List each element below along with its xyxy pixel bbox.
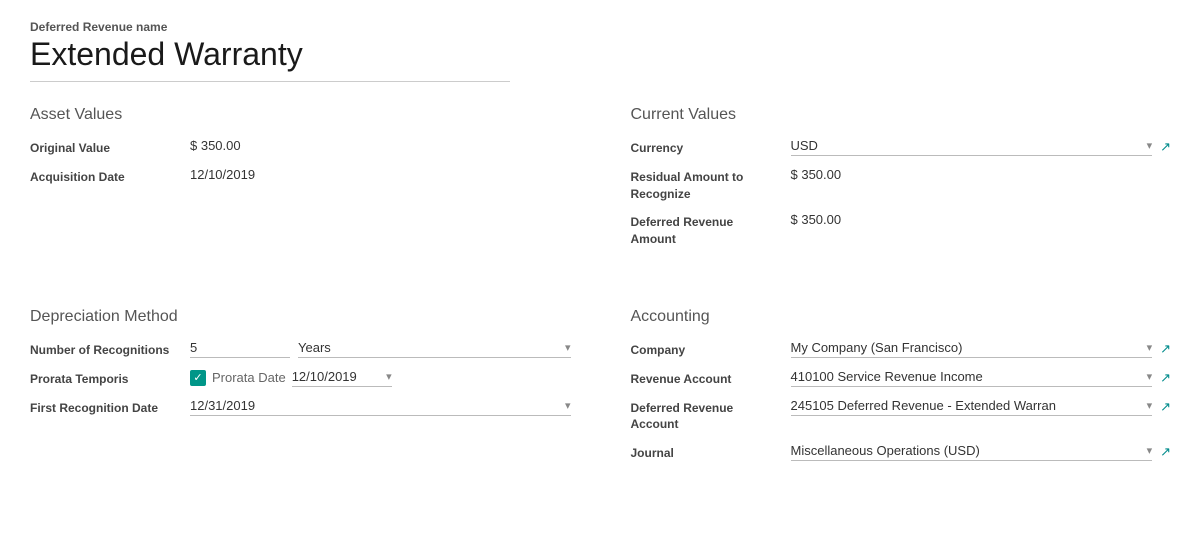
- prorata-checkbox-label: Prorata Date: [212, 370, 286, 385]
- company-value: My Company (San Francisco): [791, 340, 1143, 355]
- depreciation-section: Depreciation Method Number of Recognitio…: [30, 298, 571, 472]
- deferred-revenue-account-row: Deferred Revenue Account 245105 Deferred…: [631, 398, 1172, 434]
- revenue-account-select[interactable]: 410100 Service Revenue Income ▾: [791, 369, 1153, 387]
- acquisition-date: 12/10/2019: [190, 167, 571, 182]
- currency-value: USD: [791, 138, 1143, 153]
- prorata-date-select[interactable]: 12/10/2019 ▾: [292, 369, 392, 387]
- company-select[interactable]: My Company (San Francisco) ▾: [791, 340, 1153, 358]
- residual-row: Residual Amount to Recognize $ 350.00: [631, 167, 1172, 203]
- accounting-title: Accounting: [631, 308, 1172, 326]
- prorata-row: Prorata Temporis ✓ Prorata Date 12/10/20…: [30, 369, 571, 388]
- first-recognition-date-select[interactable]: 12/31/2019 ▾: [190, 398, 571, 416]
- revenue-account-row: Revenue Account 410100 Service Revenue I…: [631, 369, 1172, 388]
- page-title: Extended Warranty: [30, 36, 1171, 73]
- currency-dropdown-icon: ▾: [1147, 139, 1153, 152]
- journal-row: Journal Miscellaneous Operations (USD) ▾…: [631, 443, 1172, 462]
- deferred-revenue-value: $ 350.00: [791, 212, 1172, 227]
- currency-external-link-icon[interactable]: ↗: [1160, 139, 1171, 155]
- revenue-account-value: 410100 Service Revenue Income: [791, 369, 1143, 384]
- recognitions-label: Number of Recognitions: [30, 340, 190, 359]
- journal-label: Journal: [631, 443, 791, 462]
- company-row: Company My Company (San Francisco) ▾ ↗: [631, 340, 1172, 359]
- years-dropdown-icon: ▾: [565, 341, 571, 354]
- company-external-link-icon[interactable]: ↗: [1160, 341, 1171, 357]
- revenue-account-external-link-icon[interactable]: ↗: [1160, 370, 1171, 386]
- currency-select[interactable]: USD ▾: [791, 138, 1153, 156]
- journal-external-link-icon[interactable]: ↗: [1160, 444, 1171, 460]
- prorata-label: Prorata Temporis: [30, 369, 190, 388]
- deferred-revenue-row: Deferred Revenue Amount $ 350.00: [631, 212, 1172, 248]
- journal-dropdown-icon: ▾: [1147, 444, 1153, 457]
- revenue-account-label: Revenue Account: [631, 369, 791, 388]
- residual-label: Residual Amount to Recognize: [631, 167, 791, 203]
- acquisition-date-label: Acquisition Date: [30, 167, 190, 186]
- company-dropdown-icon: ▾: [1147, 341, 1153, 354]
- deferred-revenue-label: Deferred Revenue Amount: [631, 212, 791, 248]
- years-select[interactable]: Years ▾: [298, 340, 571, 358]
- journal-value: Miscellaneous Operations (USD): [791, 443, 1143, 458]
- original-value-row: Original Value $ 350.00: [30, 138, 571, 157]
- deferred-revenue-account-value: 245105 Deferred Revenue - Extended Warra…: [791, 398, 1143, 413]
- revenue-account-dropdown-icon: ▾: [1147, 370, 1153, 383]
- prorata-checkbox[interactable]: ✓: [190, 370, 206, 386]
- checkmark-icon: ✓: [193, 371, 202, 384]
- accounting-section: Accounting Company My Company (San Franc…: [631, 298, 1172, 472]
- recognitions-input[interactable]: [190, 340, 290, 358]
- asset-values-title: Asset Values: [30, 106, 571, 124]
- currency-row: Currency USD ▾ ↗: [631, 138, 1172, 157]
- first-recognition-row: First Recognition Date 12/31/2019 ▾: [30, 398, 571, 417]
- depreciation-title: Depreciation Method: [30, 308, 571, 326]
- residual-value: $ 350.00: [791, 167, 1172, 182]
- deferred-revenue-account-dropdown-icon: ▾: [1147, 399, 1153, 412]
- company-label: Company: [631, 340, 791, 359]
- years-value: Years: [298, 340, 565, 355]
- deferred-revenue-account-select[interactable]: 245105 Deferred Revenue - Extended Warra…: [791, 398, 1153, 416]
- first-recognition-label: First Recognition Date: [30, 398, 190, 417]
- current-values-section: Current Values Currency USD ▾ ↗ Residual…: [631, 106, 1172, 268]
- prorata-date-dropdown-icon: ▾: [386, 370, 392, 383]
- first-recognition-date-value: 12/31/2019: [190, 398, 565, 413]
- current-values-title: Current Values: [631, 106, 1172, 124]
- recognitions-row: Number of Recognitions Years ▾: [30, 340, 571, 359]
- page-label: Deferred Revenue name: [30, 20, 1171, 34]
- prorata-date-value: 12/10/2019: [292, 369, 386, 384]
- currency-label: Currency: [631, 138, 791, 157]
- original-value-label: Original Value: [30, 138, 190, 157]
- journal-select[interactable]: Miscellaneous Operations (USD) ▾: [791, 443, 1153, 461]
- original-value: $ 350.00: [190, 138, 571, 153]
- title-divider: [30, 81, 510, 82]
- acquisition-date-row: Acquisition Date 12/10/2019: [30, 167, 571, 186]
- deferred-revenue-account-label: Deferred Revenue Account: [631, 398, 791, 434]
- deferred-revenue-account-external-link-icon[interactable]: ↗: [1160, 399, 1171, 415]
- asset-values-section: Asset Values Original Value $ 350.00 Acq…: [30, 106, 571, 268]
- first-recognition-dropdown-icon: ▾: [565, 399, 571, 412]
